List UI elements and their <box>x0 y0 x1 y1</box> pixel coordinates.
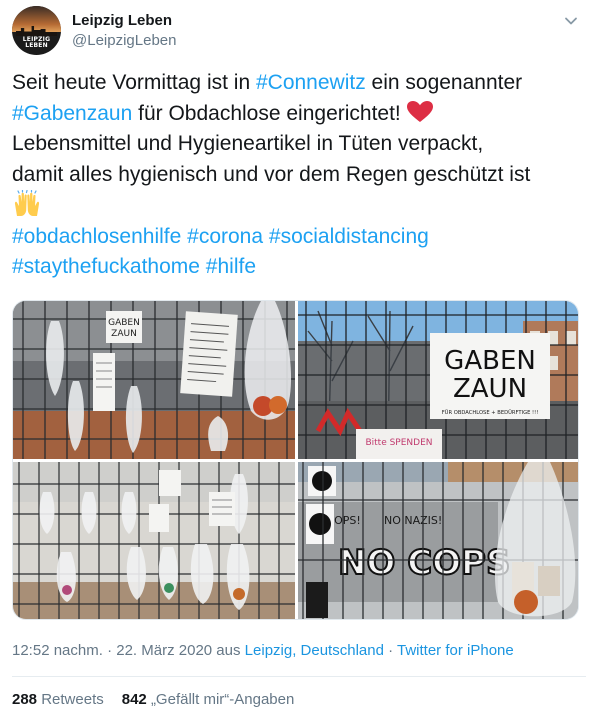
tweet-line-4: damit alles hygienisch und vor dem Regen… <box>12 162 531 186</box>
photo-2[interactable]: GABEN ZAUN FÜR OBDACHLOSE + BEDÜRFTIGE !… <box>298 301 578 459</box>
tweet-line-3: Lebensmittel und Hygieneartikel in Tüten… <box>12 132 484 155</box>
hashtag-staythefuckathome[interactable]: #staythefuckathome <box>12 255 200 278</box>
meta-separator: · <box>102 642 117 659</box>
hashtag-connewitz[interactable]: #Connewitz <box>256 71 366 94</box>
photo-grid: GABEN ZAUN GABEN ZAUN FÜR OBDACHLOSE + B… <box>12 300 579 620</box>
retweets-count: 288 <box>12 691 38 708</box>
photo-3-image <box>13 462 295 619</box>
hashtag-obdachlosenhilfe[interactable]: #obdachlosenhilfe <box>12 225 181 248</box>
sign-gaben-big-text: GABEN <box>444 346 536 376</box>
raising-hands-icon <box>14 190 40 216</box>
likes-stat[interactable]: 842 „Gefällt mir“-Angaben <box>122 691 295 708</box>
location-link[interactable]: Leipzig, Deutschland <box>245 642 384 659</box>
meta-separator: · <box>383 642 397 659</box>
tweet-meta: 12:52 nachm. · 22. März 2020 aus Leipzig… <box>12 641 514 661</box>
retweets-label: Retweets <box>41 691 104 708</box>
photo-4[interactable]: NO COPS! NO NAZIS! NO COPS <box>298 462 578 619</box>
retweets-stat[interactable]: 288 Retweets <box>12 691 104 708</box>
likes-count: 842 <box>121 691 147 708</box>
tweet-line-6: #obdachlosenhilfe #corona #socialdistanc… <box>12 222 586 253</box>
sign-zaun-text: ZAUN <box>111 329 137 339</box>
hashtag-gabenzaun[interactable]: #Gabenzaun <box>12 102 132 125</box>
avatar-logo-line2: LEBEN <box>25 42 48 49</box>
sign-gaben-text: GABEN <box>108 318 140 328</box>
red-heart-icon <box>406 100 433 122</box>
photo-1-image: GABEN ZAUN <box>13 301 295 459</box>
avatar-sky <box>12 6 61 32</box>
likes-label: „Gefällt mir“-Angaben <box>150 691 295 708</box>
hashtag-socialdistancing[interactable]: #socialdistancing <box>269 225 429 248</box>
tweet-time[interactable]: 12:52 nachm. <box>12 642 103 659</box>
chevron-down-icon[interactable] <box>564 14 578 28</box>
tweet-text-span: ein sogenannter <box>365 71 523 94</box>
sign-bitte-text: Bitte SPENDEN <box>365 438 432 448</box>
hashtag-corona[interactable]: #corona <box>187 225 263 248</box>
hashtag-hilfe[interactable]: #hilfe <box>206 255 256 278</box>
client-link[interactable]: Twitter for iPhone <box>397 642 514 659</box>
sign-zaun-big-text: ZAUN <box>453 374 527 404</box>
tweet-text-span: für Obdachlose eingerichtet! <box>132 101 401 125</box>
author-display-name[interactable]: Leipzig Leben <box>72 12 176 30</box>
tweet-line-7: #staythefuckathome #hilfe <box>12 252 586 283</box>
tweet-line-2: #Gabenzaun für Obdachlose eingerichtet! <box>12 99 586 130</box>
author-names: Leipzig Leben @LeipzigLeben <box>72 12 176 51</box>
photo-1[interactable]: GABEN ZAUN <box>13 301 295 459</box>
meta-from: aus <box>212 642 245 659</box>
author-handle[interactable]: @LeipzigLeben <box>72 31 176 51</box>
graffiti-nonazis-text: NO NAZIS! <box>384 514 442 527</box>
avatar[interactable]: LEIPZIG LEBEN <box>12 6 61 55</box>
tweet-date[interactable]: 22. März 2020 <box>116 642 212 659</box>
sign-small-line-text: FÜR OBDACHLOSE + BEDÜRFTIGE !!! <box>442 409 539 416</box>
tweet-stats: 288 Retweets 842 „Gefällt mir“-Angaben <box>12 690 294 710</box>
photo-4-image: NO COPS! NO NAZIS! NO COPS <box>298 462 578 619</box>
tweet-header: LEIPZIG LEBEN Leipzig Leben @LeipzigLebe… <box>12 6 586 58</box>
tweet-line-1: Seit heute Vormittag ist in #Connewitz e… <box>12 68 586 99</box>
tweet-text-span: Seit heute Vormittag ist in <box>12 71 256 94</box>
graffiti-big-text: NO COPS <box>338 543 510 583</box>
avatar-logo: LEIPZIG LEBEN <box>12 37 61 49</box>
photo-3[interactable] <box>13 462 295 619</box>
tweet-line-5 <box>12 190 586 222</box>
photo-2-image: GABEN ZAUN FÜR OBDACHLOSE + BEDÜRFTIGE !… <box>298 301 578 459</box>
divider <box>12 676 586 677</box>
tweet-text: Seit heute Vormittag ist in #Connewitz e… <box>12 68 586 283</box>
